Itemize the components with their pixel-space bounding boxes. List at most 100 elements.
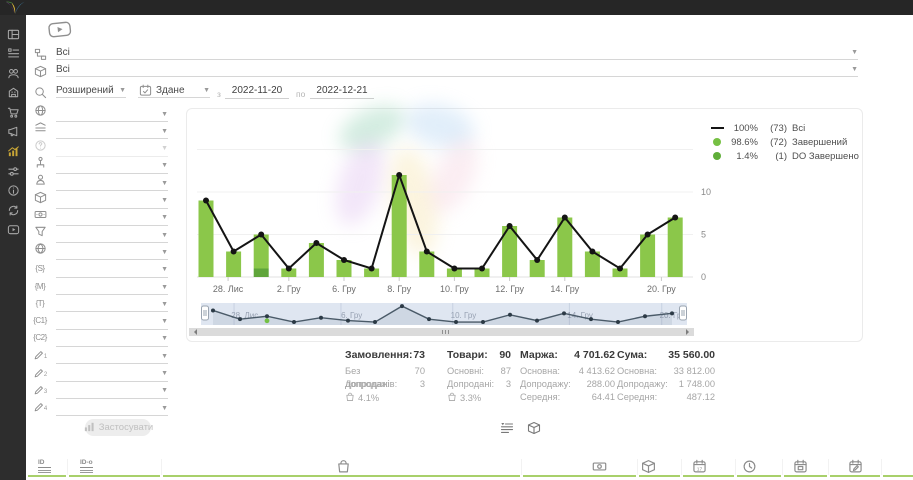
- filter-select[interactable]: ▼: [56, 315, 168, 330]
- x-axis-label: 6. Гру: [332, 284, 356, 294]
- pencil-4-icon: 4: [33, 401, 47, 413]
- sidebar-item-cart[interactable]: [6, 108, 20, 121]
- info-icon: [7, 184, 20, 202]
- navigator-handle-left[interactable]: [202, 306, 209, 320]
- grid-view-toggle-icon[interactable]: [527, 421, 541, 440]
- status-group-filter-select[interactable]: Всі ▼: [56, 45, 858, 60]
- filter-select[interactable]: ▼: [56, 211, 168, 226]
- chevron-down-icon: ▼: [161, 214, 168, 221]
- filter-row-org: ▼: [33, 158, 168, 174]
- filter-select[interactable]: ▼: [56, 245, 168, 260]
- filter-select[interactable]: ▼: [56, 280, 168, 295]
- chevron-down-icon: ▼: [161, 180, 168, 187]
- date-type-value: Здане: [156, 85, 201, 96]
- filter-select[interactable]: ▼: [56, 228, 168, 243]
- filter-row-m: {M}▼: [33, 279, 168, 295]
- legend-item-завершений[interactable]: 98.6%(72)Завершений: [711, 135, 859, 149]
- sidebar-item-orders[interactable]: [6, 50, 20, 63]
- legend-item-do-завершено[interactable]: 1.4%(1)DO Завершено: [711, 149, 859, 163]
- date-to-input[interactable]: 2022-12-21: [310, 83, 374, 99]
- filter-select[interactable]: ▼: [56, 384, 168, 399]
- date-from-input[interactable]: 2022-11-20: [225, 83, 289, 99]
- sidebar-item-dashboard[interactable]: [6, 30, 20, 43]
- sidebar-item-video[interactable]: [6, 226, 20, 239]
- svg-text:0: 0: [701, 272, 706, 282]
- filter-select[interactable]: ▼: [56, 107, 168, 122]
- column-id-lines-icon[interactable]: ID: [38, 459, 51, 473]
- chevron-down-icon: ▼: [161, 162, 168, 169]
- sidebar-item-customers[interactable]: [6, 69, 20, 82]
- stat-sub-label: Допродані:: [447, 378, 494, 391]
- filter-select[interactable]: ▼: [56, 332, 168, 347]
- filter-select[interactable]: ▼: [56, 349, 168, 364]
- total-orders-line: [206, 175, 675, 269]
- line-point: [617, 266, 623, 272]
- column-separator: [735, 459, 736, 475]
- products-filter-select[interactable]: Всі ▼: [56, 62, 858, 77]
- column-id-link-icon[interactable]: ID-o: [80, 459, 93, 473]
- legend-dot-swatch: [713, 138, 721, 146]
- filter-row-c2: {C2}▼: [33, 331, 168, 347]
- chart-scrollbar[interactable]: [189, 328, 694, 336]
- table-header-underline: [69, 475, 160, 477]
- bar-completed: [668, 218, 683, 278]
- chevron-down-icon: ▼: [161, 128, 168, 135]
- orders-icon: [7, 47, 20, 65]
- svg-text:5: 5: [701, 230, 706, 240]
- upsell-bag-icon: [345, 392, 355, 404]
- legend-count: (73): [762, 123, 787, 134]
- column-separator: [828, 459, 829, 475]
- filter-select[interactable]: ▼: [56, 176, 168, 191]
- chevron-down-icon: ▼: [161, 249, 168, 256]
- filter-select[interactable]: ▼: [56, 401, 168, 416]
- filter-row-2: 2▼: [33, 366, 168, 382]
- list-view-toggle-icon[interactable]: [500, 421, 514, 440]
- scroll-left-arrow[interactable]: [191, 329, 197, 335]
- filter-row-globe: ▼: [33, 244, 168, 260]
- line-point: [231, 249, 237, 255]
- sidebar-item-info[interactable]: [6, 187, 20, 200]
- line-point: [672, 215, 678, 221]
- date-type-select[interactable]: Здане ▼: [138, 83, 210, 98]
- app-logo-icon[interactable]: [5, 0, 27, 15]
- column-separator: [782, 459, 783, 475]
- sidebar-item-sync[interactable]: [6, 206, 20, 219]
- column-separator: [67, 459, 68, 475]
- sidebar-item-analytics[interactable]: [6, 148, 20, 161]
- apply-filters-button[interactable]: Застосувати: [85, 419, 151, 436]
- scroll-right-arrow[interactable]: [686, 329, 692, 335]
- stat-title: Замовлення:: [345, 349, 412, 361]
- world-icon: [34, 104, 47, 122]
- legend-item-всі[interactable]: 100%(73)Всі: [711, 121, 859, 135]
- legend-label: Завершений: [792, 137, 847, 148]
- navigator-handle-right[interactable]: [680, 306, 687, 320]
- stat-title: Маржа:: [520, 349, 558, 361]
- filter-select[interactable]: ▼: [56, 142, 168, 157]
- filter-select[interactable]: ▼: [56, 367, 168, 382]
- filter-select[interactable]: ▼: [56, 159, 168, 174]
- chevron-down-icon: ▼: [851, 66, 858, 73]
- sidebar-item-settings[interactable]: [6, 167, 20, 180]
- stat-sub-label: Основна:: [617, 365, 657, 378]
- video-tutorial-icon[interactable]: [47, 20, 73, 44]
- table-header-underline: [737, 475, 781, 477]
- token-s-icon: {S}: [35, 264, 44, 273]
- scroll-grip[interactable]: [442, 330, 450, 334]
- sidebar-item-announcements[interactable]: [6, 128, 20, 141]
- filter-select[interactable]: ▼: [56, 263, 168, 278]
- svg-text:10: 10: [701, 187, 711, 197]
- sidebar: [0, 15, 26, 480]
- search-mode-select[interactable]: Розширений ▼: [56, 83, 126, 98]
- token-c1-icon: {C1}: [33, 316, 47, 325]
- x-axis-label: 12. Гру: [495, 284, 524, 294]
- filter-select[interactable]: ▼: [56, 194, 168, 209]
- chevron-down-icon: ▼: [161, 405, 168, 412]
- navigator-do-marker: [265, 318, 270, 323]
- filter-select[interactable]: ▼: [56, 297, 168, 312]
- date-from-label: з: [217, 89, 221, 99]
- column-separator: [881, 459, 882, 475]
- line-point: [562, 215, 568, 221]
- sidebar-item-company[interactable]: [6, 89, 20, 102]
- filter-select[interactable]: ▼: [56, 124, 168, 139]
- chevron-down-icon: ▼: [203, 87, 210, 94]
